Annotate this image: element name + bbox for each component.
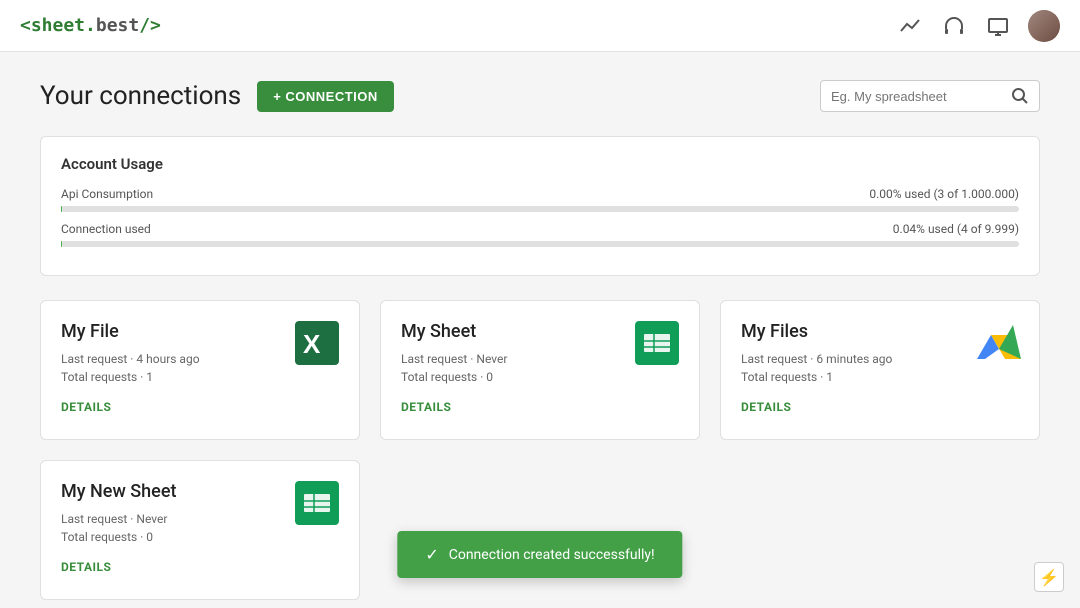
trend-icon[interactable] xyxy=(896,12,924,40)
card-top: My File Last request · 4 hours ago Total… xyxy=(61,321,339,388)
usage-bar-api-bg xyxy=(61,206,1019,212)
usage-value-connection: 0.04% used (4 of 9.999) xyxy=(893,222,1019,236)
add-connection-button[interactable]: + CONNECTION xyxy=(257,81,394,112)
usage-row-api: Api Consumption 0.00% used (3 of 1.000.0… xyxy=(61,187,1019,212)
card-total-requests: Total requests · 0 xyxy=(401,370,507,384)
topnav: <sheet.best/> xyxy=(0,0,1080,52)
sheets-icon-2 xyxy=(295,481,339,525)
excel-icon: X xyxy=(295,321,339,365)
avatar[interactable] xyxy=(1028,10,1060,42)
card-name: My File xyxy=(61,321,200,342)
page-header: Your connections + CONNECTION xyxy=(40,80,1040,112)
usage-card: Account Usage Api Consumption 0.00% used… xyxy=(40,136,1040,276)
svg-text:X: X xyxy=(303,329,321,359)
card-name: My Sheet xyxy=(401,321,507,342)
card-last-request: Last request · Never xyxy=(401,352,507,366)
card-last-request: Last request · 6 minutes ago xyxy=(741,352,892,366)
card-total-requests: Total requests · 1 xyxy=(741,370,892,384)
success-toast: ✓ Connection created successfully! xyxy=(397,531,682,578)
search-icon[interactable] xyxy=(1011,87,1029,105)
connection-card-my-sheet: My Sheet Last request · Never Total requ… xyxy=(380,300,700,440)
headphone-icon[interactable] xyxy=(940,12,968,40)
toast-check-icon: ✓ xyxy=(425,545,438,564)
card-last-request: Last request · Never xyxy=(61,512,176,526)
card-last-request: Last request · 4 hours ago xyxy=(61,352,200,366)
usage-label-connection: Connection used xyxy=(61,222,151,236)
topnav-right xyxy=(896,10,1060,42)
details-link-my-sheet[interactable]: DETAILS xyxy=(401,400,451,414)
lightning-icon: ⚡ xyxy=(1039,568,1059,587)
drive-icon xyxy=(975,321,1019,365)
sheets-icon xyxy=(635,321,679,365)
tv-icon[interactable] xyxy=(984,12,1012,40)
details-link-my-files[interactable]: DETAILS xyxy=(741,400,791,414)
card-top: My Files Last request · 6 minutes ago To… xyxy=(741,321,1019,388)
lightning-button[interactable]: ⚡ xyxy=(1034,562,1064,592)
connection-card-my-files: My Files Last request · 6 minutes ago To… xyxy=(720,300,1040,440)
card-total-requests: Total requests · 1 xyxy=(61,370,200,384)
toast-message: Connection created successfully! xyxy=(449,547,655,563)
connection-card-my-file: My File Last request · 4 hours ago Total… xyxy=(40,300,360,440)
details-link-my-new-sheet[interactable]: DETAILS xyxy=(61,560,111,574)
main-content: Your connections + CONNECTION Account Us… xyxy=(0,52,1080,608)
usage-label-api: Api Consumption xyxy=(61,187,153,201)
page-title: Your connections xyxy=(40,81,241,111)
card-total-requests: Total requests · 0 xyxy=(61,530,176,544)
search-box xyxy=(820,80,1040,112)
card-top: My Sheet Last request · Never Total requ… xyxy=(401,321,679,388)
card-name: My Files xyxy=(741,321,892,342)
usage-value-api: 0.00% used (3 of 1.000.000) xyxy=(869,187,1019,201)
details-link-my-file[interactable]: DETAILS xyxy=(61,400,111,414)
page-header-left: Your connections + CONNECTION xyxy=(40,81,394,112)
usage-row-connection: Connection used 0.04% used (4 of 9.999) xyxy=(61,222,1019,247)
usage-bar-connection-bg xyxy=(61,241,1019,247)
card-top: My New Sheet Last request · Never Total … xyxy=(61,481,339,548)
usage-card-title: Account Usage xyxy=(61,155,1019,173)
connection-card-my-new-sheet: My New Sheet Last request · Never Total … xyxy=(40,460,360,600)
app-logo: <sheet.best/> xyxy=(20,15,161,36)
search-input[interactable] xyxy=(831,89,1011,104)
card-name: My New Sheet xyxy=(61,481,176,502)
